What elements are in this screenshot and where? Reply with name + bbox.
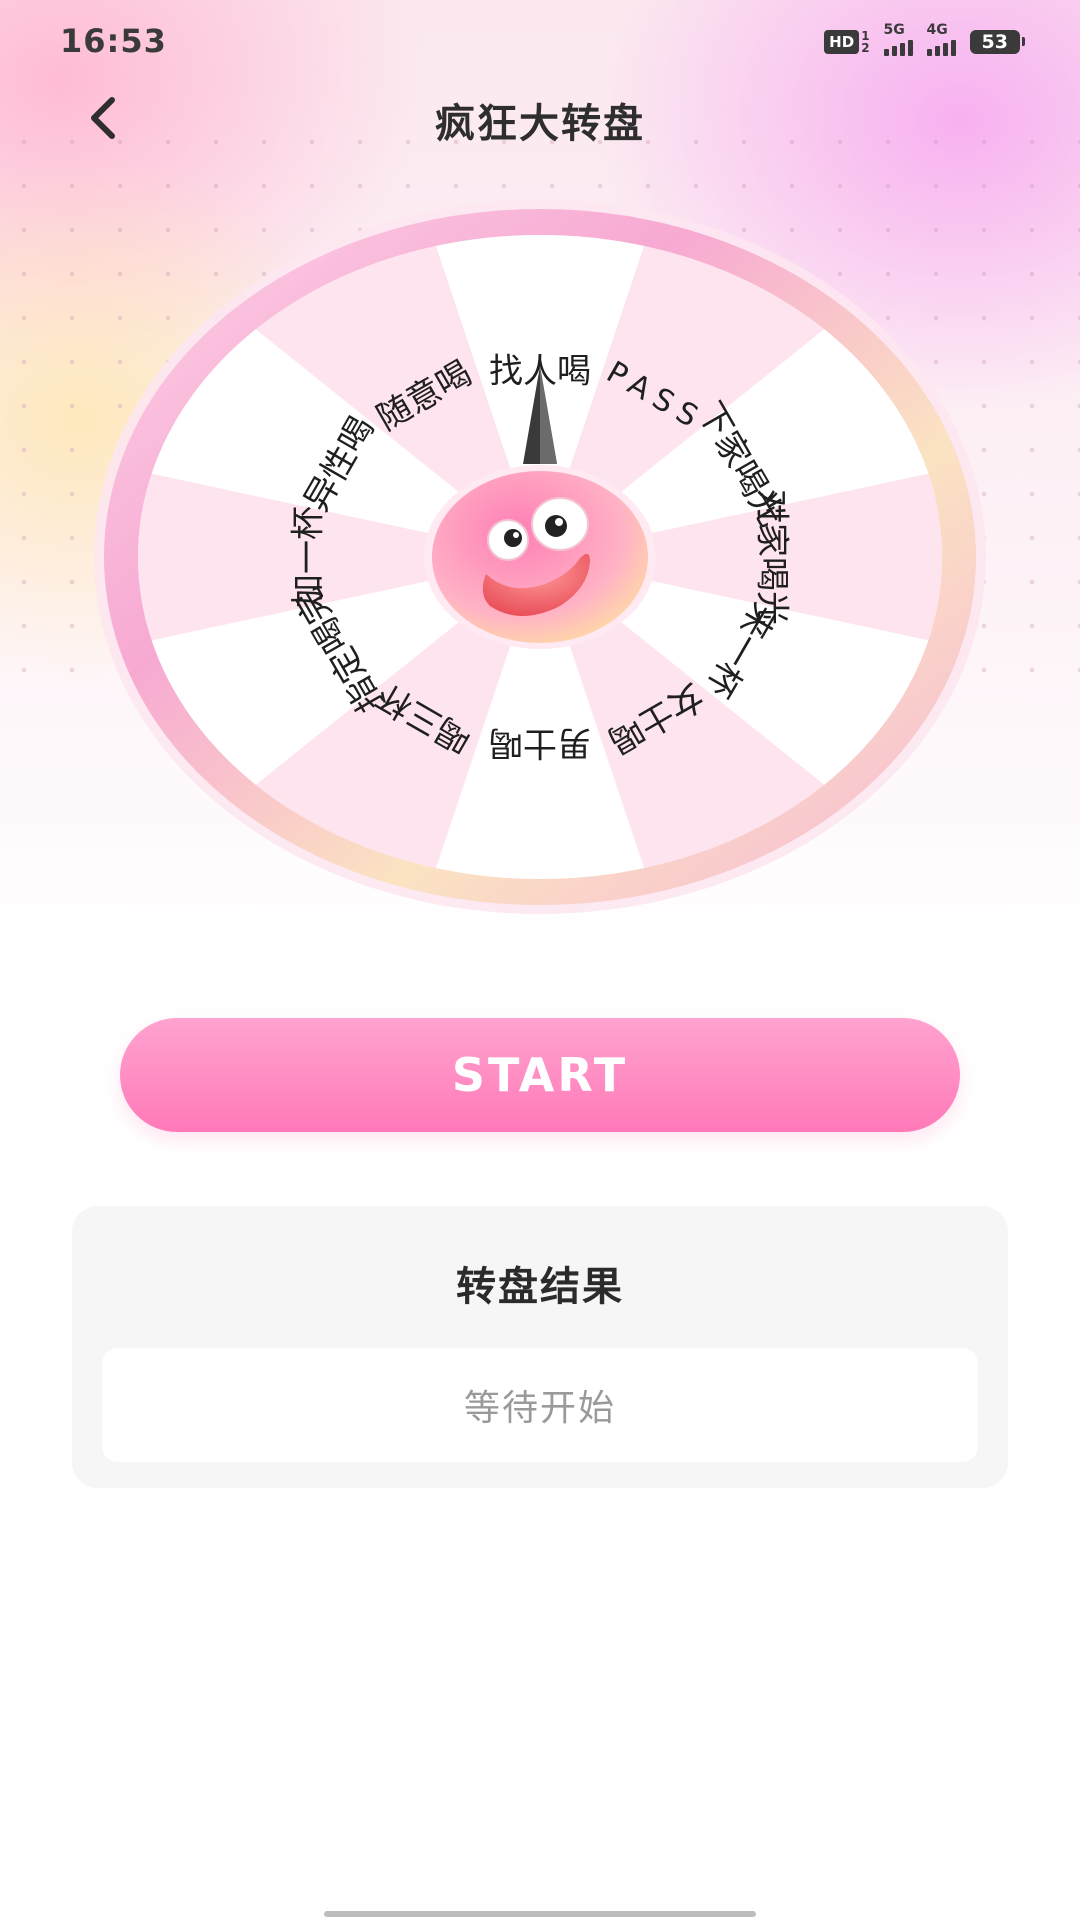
signal-4g-icon: 4G	[926, 22, 956, 56]
result-title: 转盘结果	[456, 1264, 624, 1310]
wheel-segment-label: 男士喝	[489, 723, 591, 763]
battery-level: 53	[981, 31, 1008, 53]
status-time: 16:53	[60, 22, 167, 60]
signal-5g-icon: 5G	[883, 22, 913, 56]
nav-bar: 疯狂大转盘	[0, 85, 1080, 149]
hd-indicator: HD 1 2	[824, 30, 870, 55]
hd-badge: HD	[824, 30, 860, 54]
smiley-face-icon	[432, 471, 648, 643]
wheel-segment-label: 加一杯	[289, 506, 329, 608]
result-panel: 转盘结果 等待开始	[72, 1206, 1008, 1488]
result-value: 等待开始	[102, 1348, 978, 1462]
battery-icon: 53	[969, 30, 1026, 54]
home-indicator[interactable]	[324, 1911, 756, 1917]
spin-wheel[interactable]: 找人喝 PASS下家喝光对家喝光来一杯女士喝男士喝喝三杯指定喝完加一杯异性喝随意喝	[90, 196, 990, 918]
start-button[interactable]: START	[120, 1018, 960, 1132]
status-bar: 16:53 HD 1 2 5G 4G 53	[0, 0, 1080, 90]
signal-4g-label: 4G	[926, 22, 948, 38]
status-icons: HD 1 2 5G 4G 53	[824, 22, 1026, 56]
hd-sub: 2	[861, 41, 870, 55]
page-title: 疯狂大转盘	[435, 101, 645, 147]
signal-5g-label: 5G	[883, 22, 905, 38]
